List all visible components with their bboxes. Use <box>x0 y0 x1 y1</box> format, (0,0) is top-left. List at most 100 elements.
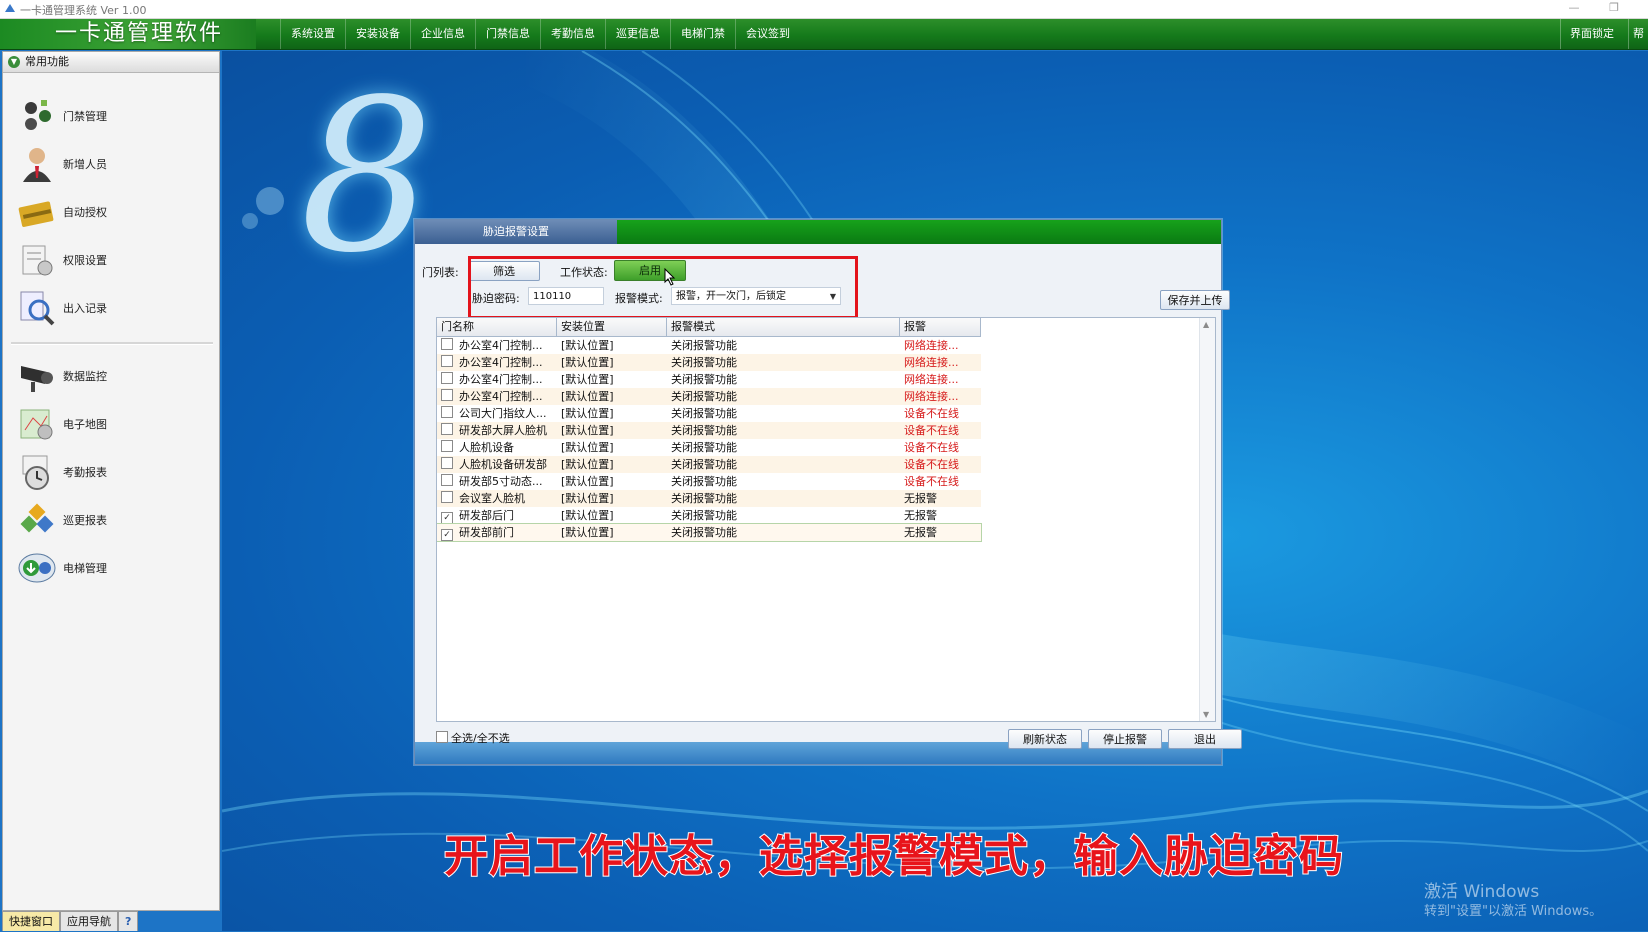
map-icon <box>20 409 53 440</box>
row-checkbox[interactable] <box>441 457 453 469</box>
table-row[interactable]: 办公室4门控制... [默认位置] 关闭报警功能 网络连接... <box>437 371 981 388</box>
sidebar-bottom-tabs: 快捷窗口 应用导航 ? <box>2 911 220 931</box>
row-checkbox[interactable] <box>441 355 453 367</box>
cell-alarm-mode: 关闭报警功能 <box>671 475 737 488</box>
cell-door-name: 人脸机设备 <box>437 439 557 456</box>
door-name-text: 办公室4门控制... <box>459 373 543 386</box>
window-titlebar: 一卡通管理系统 Ver 1.00 — ❐ <box>0 0 1648 19</box>
cell-door-name: 会议室人脸机 <box>437 490 557 507</box>
help-icon[interactable]: ? <box>118 911 139 931</box>
cell-alarm-status: 设备不在线 <box>904 475 959 488</box>
sidebar-item-e-map[interactable]: 电子地图 <box>17 402 207 446</box>
tab-app-navigation[interactable]: 应用导航 <box>60 911 118 931</box>
sidebar-item-elevator[interactable]: 电梯管理 <box>17 546 207 590</box>
cell-door-name: 办公室4门控制... <box>437 388 557 405</box>
row-checkbox[interactable] <box>441 389 453 401</box>
table-row[interactable]: 办公室4门控制... [默认位置] 关闭报警功能 网络连接... <box>437 354 981 371</box>
table-row[interactable]: ✓ 研发部前门 [默认位置] 关闭报警功能 无报警 <box>437 523 982 542</box>
menu-access-info[interactable]: 门禁信息 <box>475 19 540 49</box>
sidebar-item-door-access[interactable]: 门禁管理 <box>17 94 207 138</box>
scroll-down-icon[interactable]: ▼ <box>1203 710 1209 719</box>
table-row[interactable]: 人脸机设备 [默认位置] 关闭报警功能 设备不在线 <box>437 439 981 456</box>
row-checkbox[interactable] <box>441 423 453 435</box>
table-row[interactable]: 办公室4门控制... [默认位置] 关闭报警功能 网络连接... <box>437 388 981 405</box>
menu-patrol-info[interactable]: 巡更信息 <box>605 19 670 49</box>
table-row[interactable]: 会议室人脸机 [默认位置] 关闭报警功能 无报警 <box>437 490 981 507</box>
scroll-up-icon[interactable]: ▲ <box>1203 320 1209 329</box>
sidebar-item-label: 考勤报表 <box>63 466 107 479</box>
row-checkbox[interactable] <box>441 338 453 350</box>
menu-attendance-info[interactable]: 考勤信息 <box>540 19 605 49</box>
cell-alarm-status: 网络连接... <box>904 373 959 386</box>
cell-alarm-mode: 关闭报警功能 <box>671 407 737 420</box>
select-all-checkbox[interactable] <box>436 731 448 743</box>
clock-icon <box>22 455 49 490</box>
refresh-status-button[interactable]: 刷新状态 <box>1008 729 1082 749</box>
menu-help[interactable]: 帮 <box>1628 19 1648 49</box>
minimize-button[interactable]: — <box>1560 0 1588 18</box>
table-row[interactable]: 研发部大屏人脸机 [默认位置] 关闭报警功能 设备不在线 <box>437 422 981 439</box>
cell-door-name: 办公室4门控制... <box>437 337 557 354</box>
sidebar-item-label: 门禁管理 <box>63 110 107 123</box>
menu-elevator-access[interactable]: 电梯门禁 <box>670 19 735 49</box>
restore-button[interactable]: ❐ <box>1600 0 1628 18</box>
main-menubar: 一卡通管理软件 系统设置 安装设备 企业信息 门禁信息 考勤信息 巡更信息 电梯… <box>0 19 1648 50</box>
tab-quick-window[interactable]: 快捷窗口 <box>2 911 60 931</box>
col-alarm[interactable]: 报警 <box>900 318 981 336</box>
save-upload-button[interactable]: 保存并上传 <box>1160 290 1230 310</box>
table-header: 门名称 安装位置 报警模式 报警 <box>437 318 981 337</box>
row-checkbox[interactable] <box>441 372 453 384</box>
stop-alarm-button[interactable]: 停止报警 <box>1088 729 1162 749</box>
sidebar-item-label: 电子地图 <box>63 418 107 431</box>
sidebar-item-auto-authorize[interactable]: 自动授权 <box>17 190 207 234</box>
table-row[interactable]: 公司大门指纹人... [默认位置] 关闭报警功能 设备不在线 <box>437 405 981 422</box>
menu-system-settings[interactable]: 系统设置 <box>280 19 345 49</box>
cell-location: [默认位置] <box>561 509 614 522</box>
table-row[interactable]: 人脸机设备研发部 [默认位置] 关闭报警功能 设备不在线 <box>437 456 981 473</box>
cell-alarm-mode: 关闭报警功能 <box>671 492 737 505</box>
cell-alarm-status: 无报警 <box>904 526 937 539</box>
table-row[interactable]: ✓ 研发部后门 [默认位置] 关闭报警功能 无报警 <box>437 507 981 524</box>
sidebar-item-patrol-report[interactable]: 巡更报表 <box>17 498 207 542</box>
row-checkbox[interactable] <box>441 406 453 418</box>
cell-location: [默认位置] <box>561 424 614 437</box>
sidebar-item-data-monitor[interactable]: 数据监控 <box>17 354 207 398</box>
activation-watermark-subtitle: 转到"设置"以激活 Windows。 <box>1424 904 1603 919</box>
vertical-scrollbar[interactable]: ▲ ▼ <box>1199 318 1215 721</box>
sidebar-item-attendance-report[interactable]: 考勤报表 <box>17 450 207 494</box>
menu-lock-ui[interactable]: 界面锁定 <box>1560 19 1623 49</box>
tab-duress-alarm-settings[interactable]: 胁迫报警设置 <box>415 220 617 244</box>
col-alarm-mode[interactable]: 报警模式 <box>667 318 900 336</box>
sidebar-item-add-person[interactable]: 新增人员 <box>17 142 207 186</box>
cell-door-name: ✓ 研发部后门 <box>437 507 557 524</box>
row-checkbox[interactable]: ✓ <box>441 529 453 541</box>
door-name-text: 办公室4门控制... <box>459 390 543 403</box>
col-door-name[interactable]: 门名称 <box>437 318 557 336</box>
row-checkbox[interactable] <box>441 440 453 452</box>
sidebar-item-access-records[interactable]: 出入记录 <box>17 286 207 330</box>
menu-company-info[interactable]: 企业信息 <box>410 19 475 49</box>
cell-door-name: 公司大门指纹人... <box>437 405 557 422</box>
cell-alarm-mode: 关闭报警功能 <box>671 509 737 522</box>
menu-install-device[interactable]: 安装设备 <box>345 19 410 49</box>
table-row[interactable]: 办公室4门控制... [默认位置] 关闭报警功能 网络连接... <box>437 337 981 354</box>
table-row[interactable]: 研发部5寸动态... [默认位置] 关闭报警功能 设备不在线 <box>437 473 981 490</box>
cell-location: [默认位置] <box>561 339 614 352</box>
row-checkbox[interactable] <box>441 491 453 503</box>
menu-meeting-signin[interactable]: 会议签到 <box>735 19 800 49</box>
cell-location: [默认位置] <box>561 373 614 386</box>
row-checkbox[interactable] <box>441 474 453 486</box>
cell-location: [默认位置] <box>561 475 614 488</box>
cell-alarm-status: 无报警 <box>904 492 937 505</box>
door-access-icon <box>25 100 51 130</box>
cell-door-name: 人脸机设备研发部 <box>437 456 557 473</box>
col-location[interactable]: 安装位置 <box>557 318 667 336</box>
exit-button[interactable]: 退出 <box>1168 729 1242 749</box>
sidebar-header[interactable]: ▼ 常用功能 <box>3 52 219 73</box>
cell-location: [默认位置] <box>561 390 614 403</box>
cell-door-name: 研发部大屏人脸机 <box>437 422 557 439</box>
sidebar-item-label: 电梯管理 <box>63 562 107 575</box>
cell-door-name: 办公室4门控制... <box>437 371 557 388</box>
sidebar-item-permission[interactable]: 权限设置 <box>17 238 207 282</box>
row-checkbox[interactable]: ✓ <box>441 512 453 524</box>
